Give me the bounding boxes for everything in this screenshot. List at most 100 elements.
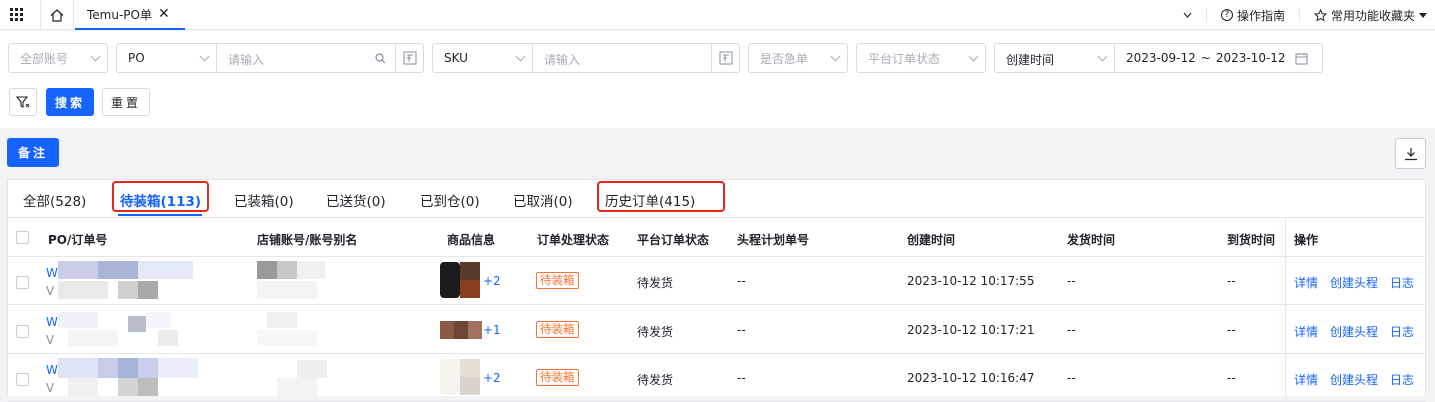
home-icon — [50, 8, 64, 22]
table-row: W V +1 待装箱 待发货 -- 2023-10-12 10:17:21 --… — [8, 306, 1425, 354]
created-time: 2023-10-12 10:17:21 — [907, 323, 1035, 337]
th-store: 店铺账号/账号别名 — [257, 233, 358, 247]
row-checkbox[interactable] — [16, 325, 29, 338]
po-number-link[interactable]: W — [46, 315, 58, 329]
detail-link[interactable]: 详情 — [1294, 371, 1318, 388]
note-button[interactable]: 备注 — [7, 138, 59, 167]
arrived-time: -- — [1227, 323, 1236, 337]
account-select[interactable]: 全部账号 — [8, 43, 108, 73]
filter-panel: 全部账号 PO 请输入 SKU 请输入 是否急单 平台订单状态 创建时间 202… — [0, 31, 1435, 128]
log-link[interactable]: 日志 — [1390, 274, 1414, 291]
create-plan-link[interactable]: 创建头程 — [1330, 323, 1378, 340]
create-plan-link[interactable]: 创建头程 — [1330, 274, 1378, 291]
top-bar: Temu-PO单 ✕ ? 操作指南 常用功能收藏夹 — [0, 0, 1435, 30]
po-number-link[interactable]: W — [46, 363, 58, 377]
shipped-time: -- — [1067, 274, 1076, 288]
chevron-down-icon — [199, 51, 210, 62]
redacted-po — [58, 261, 193, 299]
filter-icon — [16, 96, 30, 108]
po-input[interactable]: 请输入 — [228, 51, 264, 68]
divider — [216, 44, 217, 72]
favorites-menu[interactable]: 常用功能收藏夹 — [1313, 7, 1427, 24]
star-icon — [1313, 8, 1327, 22]
row-actions: 详情 创建头程 日志 — [1294, 371, 1414, 388]
detail-link[interactable]: 详情 — [1294, 323, 1318, 340]
tab-shipped[interactable]: 已送货(0) — [326, 190, 386, 210]
redacted-po — [58, 312, 193, 348]
status-badge: 待装箱 — [536, 321, 579, 338]
time-type-select[interactable]: 创建时间 — [995, 44, 1114, 72]
shipped-time: -- — [1067, 371, 1076, 385]
tab-arrived[interactable]: 已到仓(0) — [420, 190, 480, 210]
tab-all[interactable]: 全部(528) — [23, 190, 86, 210]
shipped-time: -- — [1067, 323, 1076, 337]
urgent-select[interactable]: 是否急单 — [748, 43, 848, 73]
th-po: PO/订单号 — [48, 233, 108, 247]
po-type-select[interactable]: PO — [117, 44, 216, 72]
time-type-value: 创建时间 — [1006, 53, 1055, 67]
calendar-icon[interactable] — [1295, 52, 1308, 65]
po-type-value: PO — [128, 51, 145, 65]
chevron-down-icon[interactable] — [1183, 12, 1192, 18]
table-header: PO/订单号 店铺账号/账号别名 商品信息 订单处理状态 平台订单状态 头程计划… — [8, 218, 1425, 257]
log-link[interactable]: 日志 — [1390, 323, 1414, 340]
divider — [1205, 8, 1207, 22]
created-time: 2023-10-12 10:17:55 — [907, 274, 1035, 288]
extra-items-count[interactable]: +2 — [483, 274, 501, 288]
close-icon[interactable]: ✕ — [158, 6, 170, 22]
sku-input[interactable]: 请输入 — [544, 51, 580, 68]
date-range-picker[interactable]: 2023-09-12 ~ 2023-10-12 — [1126, 51, 1286, 65]
status-badge: 待装箱 — [536, 272, 579, 289]
chevron-down-icon — [830, 51, 841, 62]
divider — [395, 44, 396, 72]
product-thumbnail — [440, 359, 480, 395]
divider — [532, 44, 533, 72]
arrived-time: -- — [1227, 274, 1236, 288]
guide-link[interactable]: ? 操作指南 — [1220, 7, 1285, 24]
redacted-store — [257, 312, 325, 348]
created-time: 2023-10-12 10:16:47 — [907, 371, 1035, 385]
platform-status-select[interactable]: 平台订单状态 — [856, 43, 986, 73]
detail-link[interactable]: 详情 — [1294, 274, 1318, 291]
row-checkbox[interactable] — [16, 276, 29, 289]
extra-items-count[interactable]: +1 — [483, 323, 501, 337]
search-icon[interactable] — [375, 53, 386, 64]
tab-temu-po-label: Temu-PO单 — [87, 7, 152, 22]
tab-temu-po[interactable]: Temu-PO单 ✕ — [75, 0, 185, 30]
extra-items-count[interactable]: +2 — [483, 371, 501, 385]
search-button[interactable]: 搜索 — [46, 88, 94, 116]
home-tab[interactable] — [40, 0, 74, 30]
status-tabs: 全部(528) 待装箱(113) 已装箱(0) 已送货(0) 已到仓(0) 已取… — [8, 180, 1425, 218]
favorites-label: 常用功能收藏夹 — [1330, 8, 1415, 23]
platform-status: 待发货 — [637, 373, 674, 387]
chevron-down-icon — [515, 51, 526, 62]
plan-number: -- — [737, 323, 746, 337]
tab-cancelled[interactable]: 已取消(0) — [513, 190, 573, 210]
batch-input-icon[interactable] — [403, 51, 417, 65]
platform-status-placeholder: 平台订单状态 — [868, 51, 941, 66]
sku-type-select[interactable]: SKU — [433, 44, 532, 72]
th-arrived: 到货时间 — [1227, 233, 1276, 247]
apps-grid-icon[interactable] — [10, 8, 23, 21]
top-right-actions: ? 操作指南 常用功能收藏夹 — [1183, 0, 1427, 30]
redacted-store — [257, 261, 325, 299]
chevron-down-icon — [1097, 51, 1108, 62]
arrived-time: -- — [1227, 371, 1236, 385]
tab-packed[interactable]: 已装箱(0) — [234, 190, 294, 210]
account-select-placeholder: 全部账号 — [20, 51, 69, 66]
th-shipped: 发货时间 — [1067, 233, 1116, 247]
guide-label: 操作指南 — [1236, 8, 1285, 23]
download-button[interactable] — [1395, 138, 1426, 169]
caret-down-icon — [1419, 12, 1427, 18]
batch-input-icon[interactable] — [719, 51, 733, 65]
divider — [1114, 44, 1115, 72]
log-link[interactable]: 日志 — [1390, 371, 1414, 388]
row-checkbox[interactable] — [16, 373, 29, 386]
plan-number: -- — [737, 371, 746, 385]
po-number-link[interactable]: W — [46, 266, 58, 280]
create-plan-link[interactable]: 创建头程 — [1330, 371, 1378, 388]
reset-button[interactable]: 重置 — [102, 88, 150, 116]
advanced-filter-button[interactable] — [9, 88, 37, 116]
row-actions: 详情 创建头程 日志 — [1294, 274, 1414, 291]
select-all-checkbox[interactable] — [16, 231, 29, 244]
